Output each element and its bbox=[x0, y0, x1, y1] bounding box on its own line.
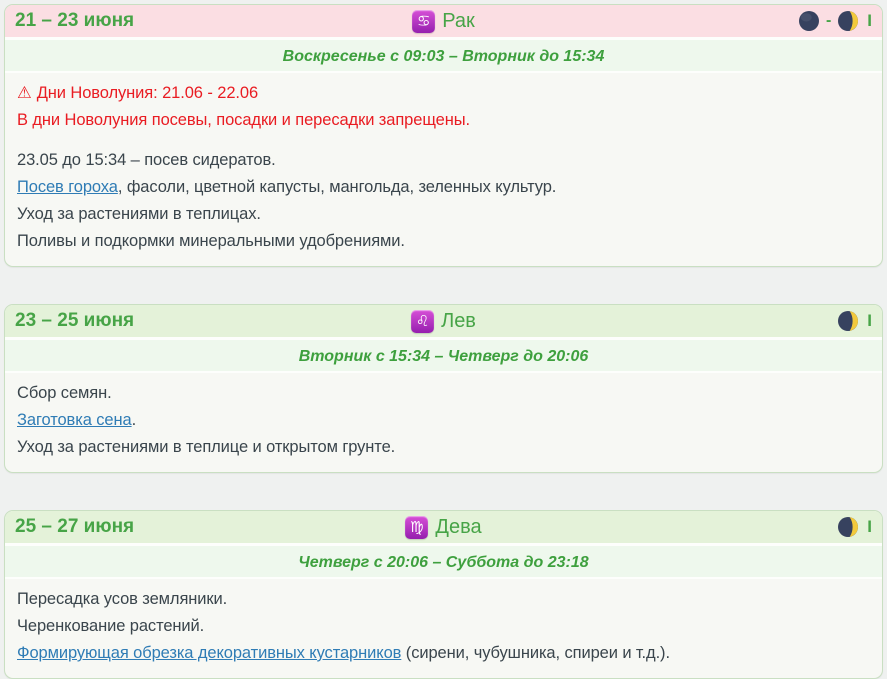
zodiac-name: Рак bbox=[442, 10, 475, 33]
calendar-card: 21 – 23 июня ♋ Рак -I Воскресенье с 09:0… bbox=[4, 4, 883, 267]
waxing-crescent-icon bbox=[837, 516, 859, 538]
advice-link[interactable]: Заготовка сена bbox=[17, 411, 132, 429]
active-period: Воскресенье с 09:03 – Вторник до 15:34 bbox=[5, 40, 882, 73]
advice-text: Сбор семян. bbox=[17, 384, 112, 402]
warning-text: Дни Новолуния: 21.06 - 22.06 bbox=[37, 84, 258, 102]
date-range: 25 – 27 июня bbox=[15, 516, 405, 538]
moon-phase-label: I bbox=[867, 11, 872, 31]
advice-text: Уход за растениями в теплице и открытом … bbox=[17, 438, 395, 456]
advice-link[interactable]: Посев гороха bbox=[17, 178, 118, 196]
card-header: 25 – 27 июня ♍ Дева I bbox=[5, 511, 882, 546]
moon-phase-group: I bbox=[482, 516, 872, 538]
advice-line: Формирующая обрезка декоративных кустарн… bbox=[17, 640, 870, 667]
advice-line: Поливы и подкормки минеральными удобрени… bbox=[17, 228, 870, 255]
moon-phase-group: I bbox=[476, 310, 872, 332]
moon-separator: - bbox=[826, 12, 831, 30]
card-body: Пересадка усов земляники. Черенкование ра… bbox=[5, 579, 882, 678]
zodiac-symbol: ♌ bbox=[416, 314, 429, 329]
zodiac-name: Дева bbox=[435, 516, 481, 539]
advice-line: Заготовка сена. bbox=[17, 407, 870, 434]
moon-phase-label: I bbox=[867, 517, 872, 537]
zodiac-symbol: ♋ bbox=[417, 14, 430, 29]
zodiac-icon: ♌ bbox=[411, 310, 434, 333]
zodiac-name: Лев bbox=[441, 310, 476, 333]
advice-line: Сбор семян. bbox=[17, 380, 870, 407]
date-range: 23 – 25 июня bbox=[15, 310, 411, 332]
moon-phase-label: I bbox=[867, 311, 872, 331]
active-period: Вторник с 15:34 – Четверг до 20:06 bbox=[5, 340, 882, 373]
advice-text: Уход за растениями в теплицах. bbox=[17, 205, 261, 223]
waxing-crescent-icon bbox=[837, 10, 859, 32]
advice-line: 23.05 до 15:34 – посев сидератов. bbox=[17, 147, 870, 174]
advice-line: Пересадка усов земляники. bbox=[17, 586, 870, 613]
zodiac-icon: ♍ bbox=[405, 516, 428, 539]
advice-text: Черенкование растений. bbox=[17, 617, 204, 635]
card-header: 21 – 23 июня ♋ Рак -I bbox=[5, 5, 882, 40]
lunar-calendar-cards: 21 – 23 июня ♋ Рак -I Воскресенье с 09:0… bbox=[0, 0, 887, 679]
advice-text: . bbox=[132, 411, 136, 429]
new-moon-warning: ⚠ Дни Новолуния: 21.06 - 22.06 В дни Ново… bbox=[17, 80, 870, 147]
zodiac-sign: ♌ Лев bbox=[411, 310, 476, 333]
zodiac-sign: ♍ Дева bbox=[405, 516, 481, 539]
advice-line: Уход за растениями в теплицах. bbox=[17, 201, 870, 228]
advice-line: Черенкование растений. bbox=[17, 613, 870, 640]
advice-line: Уход за растениями в теплице и открытом … bbox=[17, 434, 870, 461]
card-body: Сбор семян. Заготовка сена. Уход за растен… bbox=[5, 373, 882, 472]
card-header: 23 – 25 июня ♌ Лев I bbox=[5, 305, 882, 340]
active-period: Четверг с 20:06 – Суббота до 23:18 bbox=[5, 546, 882, 579]
advice-text: (сирени, чубушника, спиреи и т.д.). bbox=[401, 644, 670, 662]
advice-text: , фасоли, цветной капусты, мангольда, зе… bbox=[118, 178, 556, 196]
warning-line-1: ⚠ Дни Новолуния: 21.06 - 22.06 bbox=[17, 80, 870, 107]
zodiac-icon: ♋ bbox=[412, 10, 435, 33]
advice-link[interactable]: Формирующая обрезка декоративных кустарн… bbox=[17, 644, 401, 662]
advice-line: Посев гороха, фасоли, цветной капусты, м… bbox=[17, 174, 870, 201]
moon-phase-group: -I bbox=[475, 10, 872, 32]
waxing-crescent-icon bbox=[837, 310, 859, 332]
new-moon-icon bbox=[798, 10, 820, 32]
zodiac-symbol: ♍ bbox=[410, 520, 423, 535]
advice-text: Поливы и подкормки минеральными удобрени… bbox=[17, 232, 405, 250]
warning-icon: ⚠ bbox=[17, 84, 32, 102]
zodiac-sign: ♋ Рак bbox=[412, 10, 475, 33]
calendar-card: 25 – 27 июня ♍ Дева I Четверг с 20:06 – … bbox=[4, 510, 883, 679]
spacer bbox=[17, 134, 870, 147]
advice-text: Пересадка усов земляники. bbox=[17, 590, 227, 608]
warning-line-2: В дни Новолуния посевы, посадки и переса… bbox=[17, 107, 870, 134]
date-range: 21 – 23 июня bbox=[15, 10, 412, 32]
card-body: ⚠ Дни Новолуния: 21.06 - 22.06 В дни Ново… bbox=[5, 73, 882, 266]
advice-text: 23.05 до 15:34 – посев сидератов. bbox=[17, 151, 276, 169]
calendar-card: 23 – 25 июня ♌ Лев I Вторник с 15:34 – Ч… bbox=[4, 304, 883, 473]
